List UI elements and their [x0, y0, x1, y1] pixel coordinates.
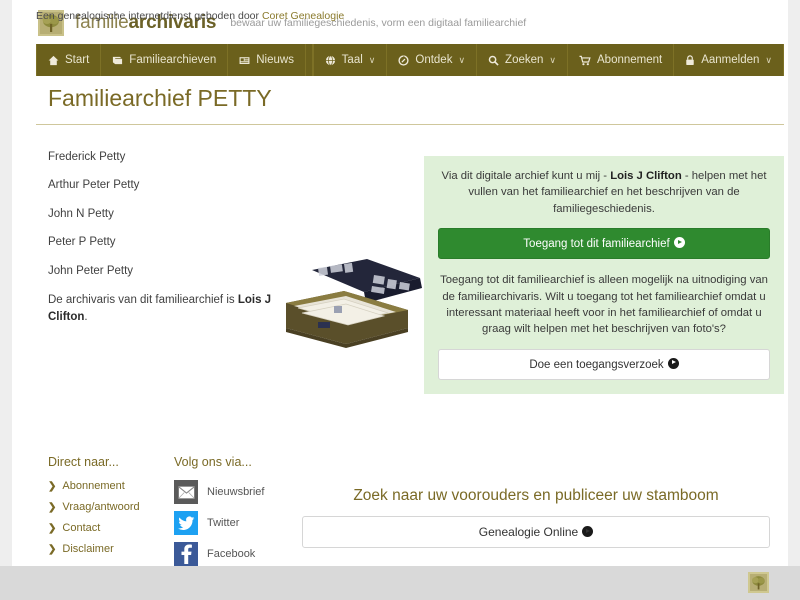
arrow-right-icon	[667, 357, 679, 369]
page-root: familiearchivaris bewaar uw familiegesch…	[0, 0, 800, 600]
envelope-icon	[174, 480, 198, 504]
archive-box-photo	[272, 248, 422, 353]
twitter-icon	[174, 511, 198, 535]
chevron-right-icon: ❯	[48, 543, 57, 555]
nav-item-abonnement[interactable]: Abonnement	[568, 44, 675, 76]
list-item[interactable]: Peter P Petty	[48, 235, 298, 249]
genealogie-online-label: Genealogie Online	[478, 525, 579, 539]
globe-icon	[325, 55, 336, 66]
chevron-down-icon: ∨	[765, 54, 772, 65]
access-archive-label: Toegang tot dit familiearchief	[523, 238, 670, 251]
nav-item-ontdek[interactable]: Ontdek ∨	[387, 44, 478, 76]
archivist-prefix: De archivaris van dit familiearchief is	[48, 293, 238, 306]
person-list: Frederick Petty Arthur Peter Petty John …	[48, 150, 298, 326]
nav-spacer	[306, 44, 313, 76]
list-item[interactable]: John N Petty	[48, 207, 298, 221]
masthead: familiearchivaris bewaar uw familiegesch…	[12, 0, 788, 44]
nav-item-zoeken[interactable]: Zoeken ∨	[477, 44, 568, 76]
arrow-right-icon	[582, 526, 594, 537]
page-title: Familiearchief PETTY	[48, 85, 272, 111]
newspaper-icon	[239, 55, 250, 66]
footer-link-contact[interactable]: ❯ Contact	[48, 522, 178, 534]
nav-label: Zoeken	[505, 54, 544, 66]
search-icon	[488, 55, 499, 66]
footer-link-vraag-antwoord[interactable]: ❯ Vraag/antwoord	[48, 501, 178, 513]
credit-prefix: Een genealogische internetdienst geboden…	[36, 10, 262, 22]
tree-logo-icon[interactable]	[748, 572, 769, 593]
nav-item-familiearchieven[interactable]: Familiearchieven	[101, 44, 229, 76]
footer-direct-heading: Direct naar...	[48, 455, 119, 469]
nav-label: Start	[65, 54, 90, 66]
content-container: familiearchivaris bewaar uw familiegesch…	[12, 0, 788, 566]
nav-label: Familiearchieven	[129, 54, 217, 66]
footer-link-abonnement[interactable]: ❯ Abonnement	[48, 480, 178, 492]
nav-item-aanmelden[interactable]: Aanmelden ∨	[674, 44, 784, 76]
book-icon	[112, 55, 123, 66]
social-label: Nieuwsbrief	[207, 486, 265, 498]
chevron-right-icon: ❯	[48, 522, 57, 534]
social-label: Twitter	[207, 517, 240, 529]
nav-label: Taal	[341, 54, 363, 66]
genealogie-promo: Zoek naar uw voorouders en publiceer uw …	[302, 487, 770, 548]
nav-label: Abonnement	[597, 54, 663, 66]
request-access-button[interactable]: Doe een toegangsverzoek	[438, 348, 770, 380]
chevron-right-icon: ❯	[48, 480, 57, 492]
panel-archivist-name: Lois J Clifton	[610, 170, 682, 182]
social-link-twitter[interactable]: Twitter	[174, 511, 314, 535]
compass-icon	[398, 54, 409, 66]
list-item[interactable]: Frederick Petty	[48, 150, 298, 164]
chevron-down-icon: ∨	[368, 54, 376, 65]
panel-divider	[438, 259, 770, 272]
footer-direct-column: Direct naar... ❯ Abonnement ❯ Vraag/antw…	[48, 455, 178, 564]
nav-item-nieuws[interactable]: Nieuws	[228, 44, 306, 76]
social-label: Facebook	[207, 548, 256, 560]
footer-follow-column: Volg ons via... Nieuwsbrief Twitter Face…	[174, 455, 314, 573]
cart-icon	[579, 55, 591, 66]
panel-intro-text: Via dit digitale archief kunt u mij - Lo…	[438, 168, 770, 217]
access-archive-button[interactable]: Toegang tot dit familiearchief	[438, 228, 770, 260]
panel-body-text: Toegang tot dit familiearchief is alleen…	[440, 274, 768, 336]
facebook-icon	[174, 542, 198, 566]
nav-label: Ontdek	[415, 54, 453, 66]
social-link-facebook[interactable]: Facebook	[174, 542, 314, 566]
footer-link-label: Abonnement	[62, 480, 125, 492]
title-divider	[36, 124, 784, 125]
lock-icon	[685, 54, 695, 66]
nav-item-taal[interactable]: Taal ∨	[312, 44, 388, 76]
arrow-right-icon	[673, 237, 685, 249]
request-access-label: Doe een toegangsverzoek	[529, 358, 664, 371]
archivist-suffix: .	[84, 311, 88, 324]
chevron-right-icon: ❯	[48, 501, 57, 513]
footer-link-disclaimer[interactable]: ❯ Disclaimer	[48, 543, 178, 555]
footer-link-label: Disclaimer	[62, 543, 114, 555]
coret-genealogie-link[interactable]: Coret Genealogie	[262, 10, 344, 22]
bottom-bar	[0, 566, 800, 600]
chevron-down-icon: ∨	[458, 54, 466, 65]
genealogie-online-button[interactable]: Genealogie Online	[302, 516, 770, 548]
list-item[interactable]: Arthur Peter Petty	[48, 178, 298, 192]
archivist-statement: De archivaris van dit familiearchief is …	[48, 292, 298, 327]
archive-access-panel: Via dit digitale archief kunt u mij - Lo…	[424, 156, 784, 394]
credit-text: Een genealogische internetdienst geboden…	[36, 10, 344, 22]
nav-right-group: Taal ∨ Ontdek ∨ Zoeken ∨ Abonnement Aanm…	[312, 44, 784, 76]
chevron-down-icon: ∨	[549, 54, 556, 65]
home-icon	[48, 55, 59, 66]
nav-label: Nieuws	[256, 54, 294, 66]
footer-link-label: Contact	[62, 522, 101, 534]
footer-link-label: Vraag/antwoord	[62, 501, 140, 513]
list-item[interactable]: John Peter Petty	[48, 264, 298, 278]
footer-follow-heading: Volg ons via...	[174, 455, 252, 469]
social-link-nieuwsbrief[interactable]: Nieuwsbrief	[174, 480, 314, 504]
promo-title: Zoek naar uw voorouders en publiceer uw …	[353, 487, 719, 504]
nav-item-start[interactable]: Start	[36, 44, 102, 76]
nav-label: Aanmelden	[701, 54, 760, 66]
main-navigation: Start Familiearchieven Nieuws Taal ∨ Ont…	[36, 44, 784, 76]
panel-intro-before: Via dit digitale archief kunt u mij -	[441, 170, 611, 182]
